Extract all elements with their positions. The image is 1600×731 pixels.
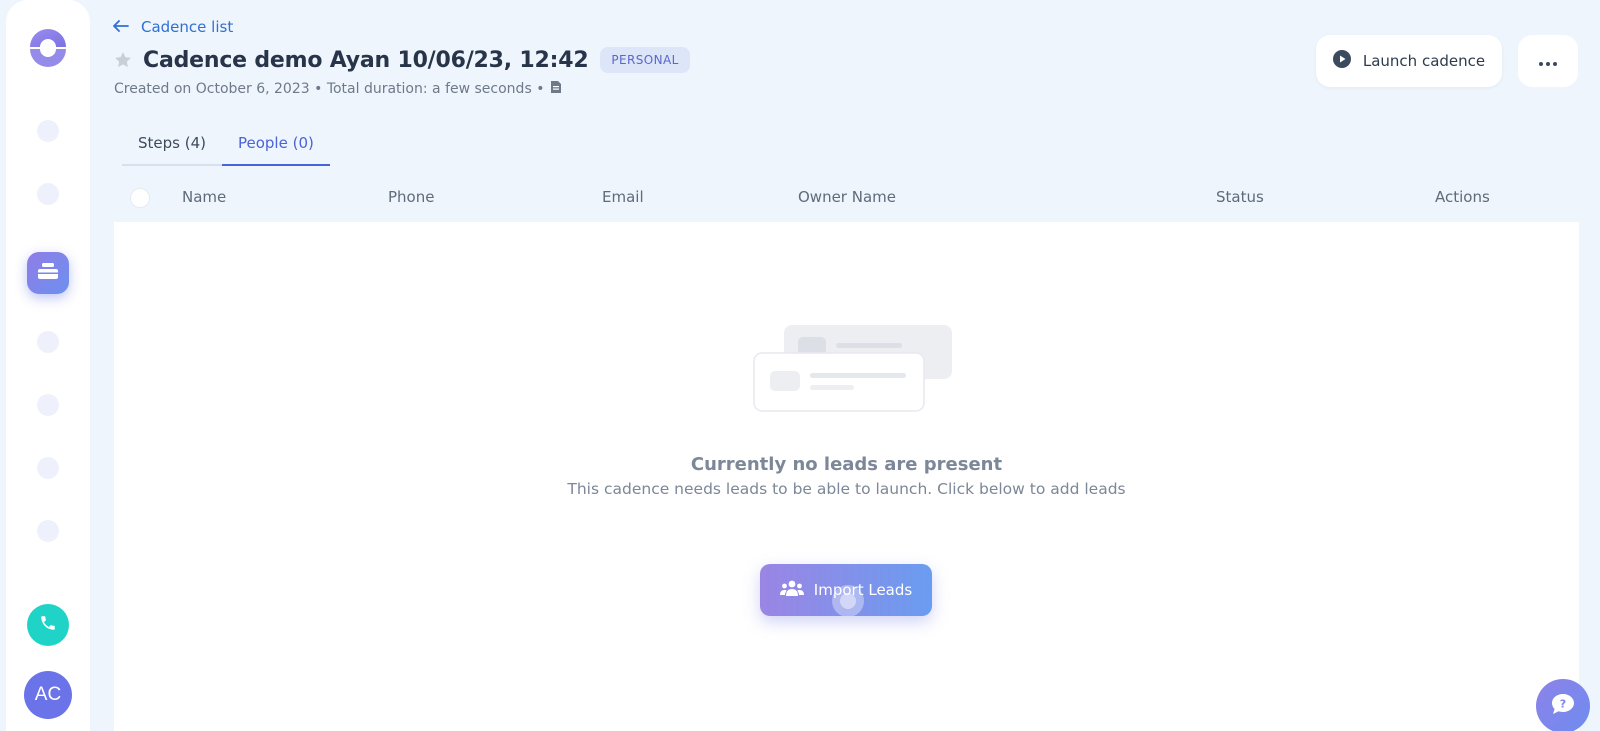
cadence-icon xyxy=(37,262,59,284)
phone-button[interactable] xyxy=(27,604,69,646)
column-name[interactable]: Name xyxy=(182,188,226,206)
select-all-checkbox[interactable] xyxy=(130,188,150,208)
cadence-meta: Created on October 6, 2023 • Total durat… xyxy=(114,80,562,98)
sidebar-item-4[interactable] xyxy=(37,331,59,353)
user-avatar[interactable]: AC xyxy=(24,671,72,719)
back-to-cadence-list-link[interactable]: Cadence list xyxy=(113,18,233,36)
column-email[interactable]: Email xyxy=(602,188,644,206)
empty-state-title: Currently no leads are present xyxy=(690,454,1003,475)
star-icon[interactable] xyxy=(113,50,133,70)
sidebar-item-5[interactable] xyxy=(37,394,59,416)
people-table-body: Currently no leads are present This cade… xyxy=(114,222,1579,731)
sidebar-item-cadences[interactable] xyxy=(27,252,69,294)
people-table-header: Name Phone Email Owner Name Status Actio… xyxy=(114,178,1579,222)
cadence-type-badge: PERSONAL xyxy=(600,47,690,73)
sidebar: AC xyxy=(6,0,90,731)
users-icon xyxy=(779,579,804,601)
brand-logo[interactable] xyxy=(28,27,68,67)
page-title: Cadence demo Ayan 10/06/23, 12:42 xyxy=(143,47,589,73)
phone-icon xyxy=(39,614,57,636)
sidebar-item-7[interactable] xyxy=(37,520,59,542)
document-icon[interactable] xyxy=(550,80,562,98)
svg-text:?: ? xyxy=(1560,698,1566,711)
column-actions: Actions xyxy=(1435,188,1490,206)
sidebar-item-2[interactable] xyxy=(37,183,59,205)
help-chat-icon: ? xyxy=(1550,692,1576,720)
empty-state-illustration xyxy=(752,325,952,415)
more-options-button[interactable] xyxy=(1518,35,1578,87)
import-leads-label: Import Leads xyxy=(813,581,913,599)
column-phone[interactable]: Phone xyxy=(388,188,434,206)
tab-steps[interactable]: Steps (4) xyxy=(122,130,222,166)
arrow-left-icon xyxy=(113,18,129,36)
launch-cadence-label: Launch cadence xyxy=(1362,52,1486,70)
cadence-meta-text: Created on October 6, 2023 • Total durat… xyxy=(114,81,545,97)
help-chat-button[interactable]: ? xyxy=(1536,679,1590,731)
launch-cadence-button[interactable]: Launch cadence xyxy=(1316,35,1502,87)
cadence-tabs: Steps (4) People (0) xyxy=(122,130,330,166)
column-status[interactable]: Status xyxy=(1216,188,1264,206)
title-row: Cadence demo Ayan 10/06/23, 12:42 PERSON… xyxy=(113,47,690,73)
sidebar-item-1[interactable] xyxy=(37,120,59,142)
import-leads-button[interactable]: Import Leads xyxy=(760,564,932,616)
empty-state-subtitle: This cadence needs leads to be able to l… xyxy=(567,480,1126,498)
play-circle-icon xyxy=(1332,50,1351,72)
sidebar-item-6[interactable] xyxy=(37,457,59,479)
tab-people[interactable]: People (0) xyxy=(221,130,330,166)
column-owner-name[interactable]: Owner Name xyxy=(798,188,896,206)
back-link-label: Cadence list xyxy=(141,18,234,36)
ellipsis-icon xyxy=(1539,54,1557,69)
